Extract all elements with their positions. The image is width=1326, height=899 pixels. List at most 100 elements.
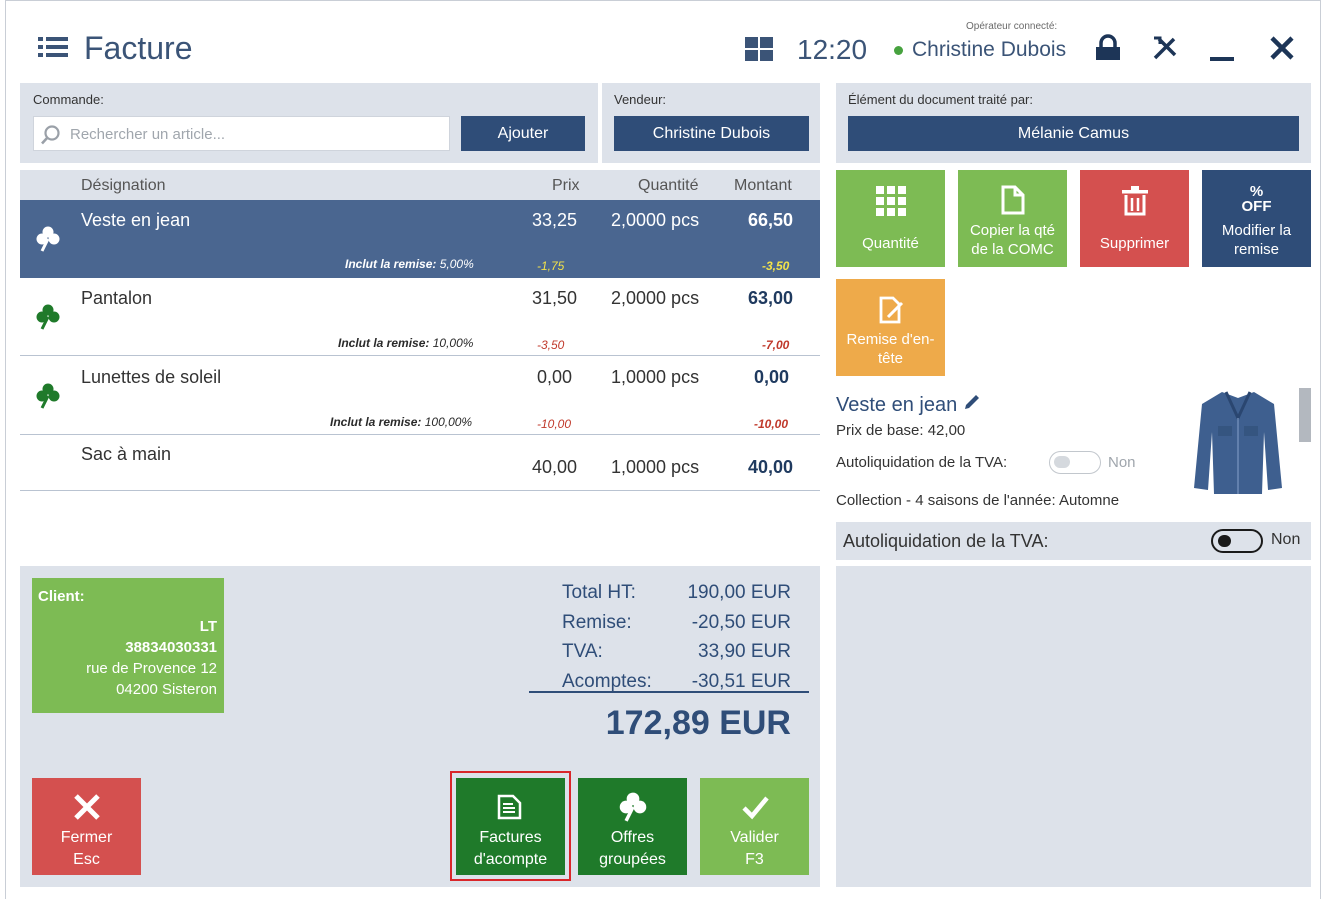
item-price: 0,00 bbox=[537, 367, 573, 387]
seller-selector[interactable]: Christine Dubois bbox=[614, 116, 809, 151]
totals-values: 190,00 EUR -20,50 EUR 33,90 EUR -30,51 E… bbox=[660, 578, 791, 696]
total-net-label: Total HT: bbox=[562, 582, 636, 603]
doc-reverse-charge-value: Non bbox=[1271, 531, 1301, 548]
add-button[interactable]: Ajouter bbox=[461, 116, 585, 151]
operator-label: Opérateur connecté: bbox=[966, 21, 1058, 32]
header-discount-label-1: Remise d'en- bbox=[846, 331, 935, 348]
tiles-icon[interactable] bbox=[745, 37, 773, 61]
processed-by-label: Élément du document traité par: bbox=[848, 92, 1033, 107]
quantity-label: Quantité bbox=[862, 235, 919, 252]
item-name: Lunettes de soleil bbox=[81, 367, 222, 387]
header-discount-button[interactable]: Remise d'en- tête bbox=[836, 279, 945, 376]
document-edit-icon bbox=[879, 296, 903, 324]
validate-button[interactable]: Valider F3 bbox=[700, 778, 809, 875]
toggle-knob bbox=[1218, 535, 1231, 547]
clover-icon bbox=[36, 383, 60, 409]
processed-by-selector[interactable]: Mélanie Camus bbox=[848, 116, 1299, 151]
search-placeholder: Rechercher un article... bbox=[70, 126, 226, 143]
search-input[interactable]: Rechercher un article... bbox=[33, 116, 450, 151]
item-amount: 0,00 bbox=[754, 367, 790, 387]
detail-base-price: Prix de base: 42,00 bbox=[836, 422, 966, 439]
operator-name: Christine Dubois bbox=[912, 38, 1067, 61]
side-bottom-panel bbox=[836, 566, 1311, 887]
copy-quantity-label-1: Copier la qté bbox=[969, 222, 1056, 239]
off-icon-text: OFF bbox=[1241, 198, 1272, 215]
table-row[interactable]: Veste en jean 33,25 2,0000 pcs 66,50 Inc… bbox=[20, 200, 820, 278]
item-price: 40,00 bbox=[532, 457, 578, 477]
item-name: Sac à main bbox=[81, 444, 172, 464]
offers-label-1: Offres bbox=[610, 829, 655, 846]
item-qty: 1,0000 pcs bbox=[611, 457, 700, 477]
table-row[interactable]: Pantalon 31,50 2,0000 pcs 63,00 Inclut l… bbox=[20, 278, 820, 356]
copy-quantity-label-2: de la COMC bbox=[971, 241, 1054, 258]
modify-discount-label-1: Modifier la bbox=[1221, 222, 1292, 239]
client-city: 04200 Sisteron bbox=[116, 681, 217, 698]
price-discount: -10,00 bbox=[537, 417, 572, 431]
grid-icon bbox=[875, 186, 906, 216]
advance-invoices-button[interactable]: Factures d'acompte bbox=[456, 778, 565, 875]
discount-label: Inclut la remise: bbox=[345, 257, 437, 271]
amount-discount: -3,50 bbox=[762, 259, 790, 273]
pencil-icon[interactable] bbox=[963, 393, 981, 411]
close-x-icon bbox=[73, 794, 100, 820]
price-discount: -1,75 bbox=[537, 259, 565, 273]
close-label-1: Fermer bbox=[60, 829, 113, 846]
quantity-button[interactable]: Quantité bbox=[836, 170, 945, 267]
doc-reverse-charge-label: Autoliquidation de la TVA: bbox=[843, 531, 1049, 551]
amount-discount: -10,00 bbox=[754, 417, 789, 431]
menu-icon[interactable] bbox=[38, 36, 68, 58]
total-vat-value: 33,90 EUR bbox=[698, 641, 791, 662]
total-vat-label: TVA: bbox=[562, 641, 603, 662]
delete-button[interactable]: Supprimer bbox=[1080, 170, 1189, 267]
total-net-value: 190,00 EUR bbox=[687, 582, 791, 603]
doc-reverse-charge-toggle[interactable] bbox=[1211, 529, 1263, 553]
client-card[interactable]: Client: LT 38834030331 rue de Provence 1… bbox=[32, 578, 224, 713]
header-discount-label-2: tête bbox=[877, 350, 904, 367]
page-title: Facture bbox=[84, 30, 193, 66]
lock-icon[interactable] bbox=[1093, 34, 1123, 62]
checkmark-icon bbox=[741, 796, 769, 820]
modify-discount-label-2: remise bbox=[1233, 241, 1279, 258]
item-amount: 40,00 bbox=[748, 457, 794, 477]
clover-icon bbox=[619, 792, 646, 822]
item-amount: 63,00 bbox=[748, 288, 794, 308]
discount-pct: 100,00% bbox=[424, 415, 473, 429]
discount-info: Inclut la remise: 100,00% bbox=[330, 415, 472, 429]
table-row[interactable]: Lunettes de soleil 0,00 1,0000 pcs 0,00 … bbox=[20, 357, 820, 435]
minimize-icon[interactable] bbox=[1207, 34, 1237, 62]
table-row[interactable]: Sac à main 40,00 1,0000 pcs 40,00 bbox=[20, 436, 820, 491]
close-button[interactable]: Fermer Esc bbox=[32, 778, 141, 875]
col-price: Prix bbox=[552, 177, 580, 194]
grouped-offers-button[interactable]: Offres groupées bbox=[578, 778, 687, 875]
detail-scrollbar[interactable] bbox=[1299, 388, 1311, 442]
modify-discount-button[interactable]: % OFF Modifier la remise bbox=[1202, 170, 1311, 267]
discount-label: Inclut la remise: bbox=[330, 415, 422, 429]
item-amount: 66,50 bbox=[748, 210, 794, 230]
discount-pct: 5,00% bbox=[439, 257, 474, 271]
advance-label-2: d'acompte bbox=[473, 851, 548, 868]
close-icon[interactable] bbox=[1267, 34, 1297, 62]
detail-reverse-charge-label: Autoliquidation de la TVA: bbox=[836, 454, 1008, 471]
tools-icon[interactable] bbox=[1150, 34, 1180, 62]
document-hand-icon bbox=[497, 794, 521, 820]
trash-icon bbox=[1121, 186, 1148, 216]
clover-icon bbox=[36, 304, 60, 330]
totals-divider bbox=[529, 691, 809, 693]
total-discount-label: Remise: bbox=[562, 611, 632, 633]
item-price: 33,25 bbox=[532, 210, 578, 230]
grand-total: 172,89 EUR bbox=[605, 704, 791, 742]
item-qty: 2,0000 pcs bbox=[611, 210, 700, 230]
detail-reverse-charge-toggle[interactable] bbox=[1049, 451, 1101, 474]
copy-quantity-button[interactable]: Copier la qté de la COMC bbox=[958, 170, 1067, 267]
col-quantity: Quantité bbox=[638, 177, 699, 194]
col-designation: Désignation bbox=[81, 177, 166, 194]
client-number: 38834030331 bbox=[125, 639, 217, 656]
detail-item-name: Veste en jean bbox=[836, 393, 981, 417]
clover-icon bbox=[36, 226, 60, 252]
toggle-knob bbox=[1054, 456, 1070, 468]
price-discount: -3,50 bbox=[537, 338, 565, 352]
client-street: rue de Provence 12 bbox=[86, 660, 217, 677]
search-icon bbox=[41, 125, 60, 145]
detail-reverse-charge-value: Non bbox=[1108, 454, 1136, 471]
detail-item-name-text: Veste en jean bbox=[836, 394, 958, 416]
